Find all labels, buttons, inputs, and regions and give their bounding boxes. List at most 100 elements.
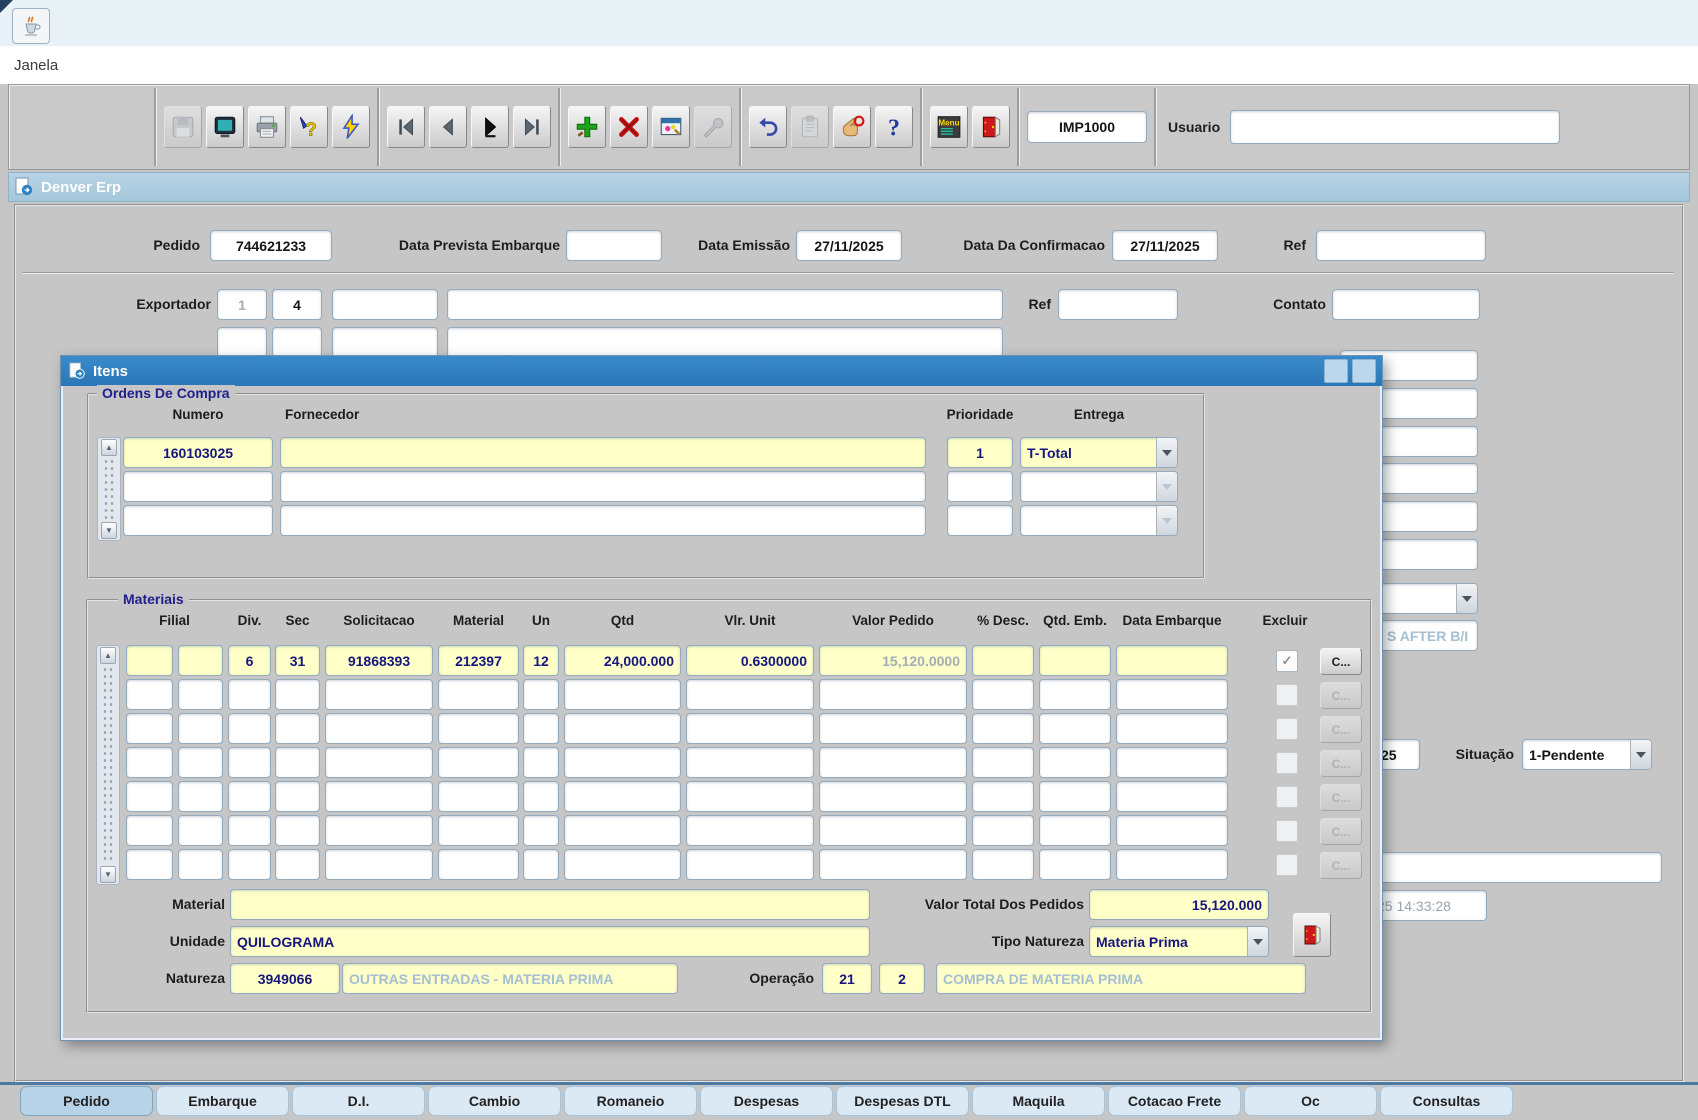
materiais-cell-solicitacao[interactable] [325, 849, 433, 880]
tab-romaneio[interactable]: Romaneio [564, 1086, 697, 1116]
materiais-cell-desc[interactable] [972, 781, 1034, 812]
materiais-cell-desc[interactable] [972, 747, 1034, 778]
c-button[interactable]: C... [1320, 852, 1362, 879]
tab-pedido[interactable]: Pedido [20, 1086, 153, 1116]
hidden-row-field[interactable] [272, 327, 322, 358]
materiais-cell-sec[interactable] [275, 849, 320, 880]
materiais-cell-un[interactable] [523, 815, 559, 846]
materiais-cell-qtd[interactable]: 24,000.000 [564, 645, 681, 676]
ordens-cell-numero[interactable] [123, 471, 273, 502]
natureza-code-field[interactable]: 3949066 [230, 963, 340, 994]
natureza-desc-field[interactable]: OUTRAS ENTRADAS - MATERIA PRIMA [342, 963, 678, 994]
materiais-cell-un[interactable]: 12 [523, 645, 559, 676]
menu-janela[interactable]: Janela [14, 57, 58, 74]
scroll-up-icon[interactable]: ▲ [101, 439, 117, 456]
materiais-cell-desc[interactable] [972, 679, 1034, 710]
insert-record-button[interactable] [568, 106, 606, 148]
materiais-cell-material[interactable] [438, 747, 519, 778]
materiais-cell-data_embarque[interactable] [1116, 815, 1228, 846]
program-code-field[interactable]: IMP1000 [1027, 111, 1147, 143]
materiais-cell-qtd_emb[interactable] [1039, 781, 1111, 812]
materiais-cell-vlr_unit[interactable]: 0.6300000 [686, 645, 814, 676]
data-confirmacao-field[interactable]: 27/11/2025 [1112, 230, 1218, 261]
materiais-cell-filial1[interactable] [126, 849, 173, 880]
materiais-cell-qtd_emb[interactable] [1039, 747, 1111, 778]
scroll-up-icon[interactable]: ▲ [100, 647, 116, 664]
materiais-cell-valor_pedido[interactable] [819, 815, 967, 846]
tab-embarque[interactable]: Embarque [156, 1086, 289, 1116]
java-app-button[interactable] [12, 8, 50, 44]
tab-cotacao-frete[interactable]: Cotacao Frete [1108, 1086, 1241, 1116]
materiais-cell-material[interactable] [438, 713, 519, 744]
materiais-cell-data_embarque[interactable] [1116, 645, 1228, 676]
materiais-cell-qtd_emb[interactable] [1039, 713, 1111, 744]
tab-despesas[interactable]: Despesas [700, 1086, 833, 1116]
excluir-checkbox[interactable] [1276, 854, 1298, 876]
materiais-cell-solicitacao[interactable] [325, 747, 433, 778]
ordens-entrega-combo[interactable] [1020, 505, 1178, 536]
menu-button[interactable]: Menu [930, 106, 968, 148]
chevron-down-icon[interactable] [1630, 740, 1651, 769]
ref-field[interactable] [1316, 230, 1486, 261]
c-button[interactable]: C... [1320, 784, 1362, 811]
tab-cambio[interactable]: Cambio [428, 1086, 561, 1116]
materiais-cell-sec[interactable] [275, 781, 320, 812]
tab-maquila[interactable]: Maquila [972, 1086, 1105, 1116]
ordens-cell-numero[interactable] [123, 505, 273, 536]
materiais-cell-data_embarque[interactable] [1116, 713, 1228, 744]
materiais-cell-qtd[interactable] [564, 815, 681, 846]
ordens-cell-fornecedor[interactable] [280, 505, 926, 536]
hidden-row-field[interactable] [447, 327, 1003, 358]
find-window-button[interactable] [652, 106, 690, 148]
chevron-down-icon[interactable] [1456, 584, 1477, 613]
ordens-cell-prioridade[interactable] [947, 505, 1013, 536]
contato-field[interactable] [1332, 289, 1480, 320]
materiais-cell-desc[interactable] [972, 645, 1034, 676]
materiais-cell-solicitacao[interactable] [325, 679, 433, 710]
materiais-cell-filial1[interactable] [126, 679, 173, 710]
materiais-cell-div[interactable] [228, 781, 271, 812]
materiais-cell-filial1[interactable] [126, 713, 173, 744]
materiais-cell-un[interactable] [523, 679, 559, 710]
execute-button[interactable] [332, 106, 370, 148]
materiais-cell-valor_pedido[interactable] [819, 747, 967, 778]
materiais-cell-sec[interactable] [275, 747, 320, 778]
materiais-cell-filial2[interactable] [178, 645, 223, 676]
commit-hand-button[interactable] [833, 106, 871, 148]
materiais-cell-qtd_emb[interactable] [1039, 849, 1111, 880]
materiais-cell-div[interactable]: 6 [228, 645, 271, 676]
ordens-cell-numero[interactable]: 160103025 [123, 437, 273, 468]
materiais-cell-qtd[interactable] [564, 781, 681, 812]
materiais-cell-solicitacao[interactable] [325, 781, 433, 812]
materiais-cell-qtd[interactable] [564, 679, 681, 710]
materiais-cell-valor_pedido[interactable] [819, 781, 967, 812]
print-button[interactable] [248, 106, 286, 148]
usuario-field[interactable] [1230, 110, 1560, 144]
excluir-checkbox[interactable] [1276, 684, 1298, 706]
materiais-cell-filial2[interactable] [178, 747, 223, 778]
c-button[interactable]: C... [1320, 648, 1362, 675]
materiais-cell-un[interactable] [523, 781, 559, 812]
materiais-cell-filial1[interactable] [126, 747, 173, 778]
material-field[interactable] [230, 889, 870, 920]
hidden-row-field[interactable] [332, 327, 438, 358]
materiais-cell-valor_pedido[interactable] [819, 679, 967, 710]
materiais-cell-qtd_emb[interactable] [1039, 679, 1111, 710]
materiais-cell-sec[interactable]: 31 [275, 645, 320, 676]
materiais-cell-div[interactable] [228, 713, 271, 744]
materiais-cell-qtd_emb[interactable] [1039, 815, 1111, 846]
materiais-cell-sec[interactable] [275, 713, 320, 744]
materiais-scrollbar[interactable]: ▲ ▼ [96, 645, 120, 885]
pedido-field[interactable]: 744621233 [210, 230, 332, 261]
ordens-cell-fornecedor[interactable] [280, 437, 926, 468]
exportador-code3-field[interactable] [332, 289, 438, 320]
materiais-cell-div[interactable] [228, 815, 271, 846]
materiais-cell-vlr_unit[interactable] [686, 849, 814, 880]
materiais-cell-vlr_unit[interactable] [686, 815, 814, 846]
materiais-cell-filial2[interactable] [178, 713, 223, 744]
materiais-cell-data_embarque[interactable] [1116, 849, 1228, 880]
data-emissao-field[interactable]: 27/11/2025 [796, 230, 902, 261]
materiais-cell-data_embarque[interactable] [1116, 747, 1228, 778]
display-button[interactable] [206, 106, 244, 148]
excluir-checkbox[interactable]: ✓ [1276, 650, 1298, 672]
